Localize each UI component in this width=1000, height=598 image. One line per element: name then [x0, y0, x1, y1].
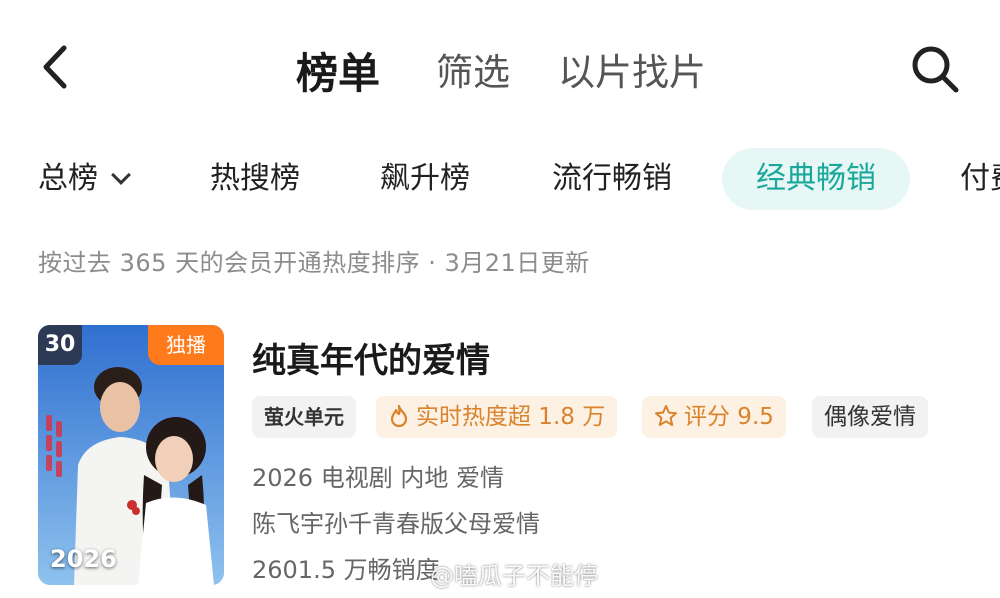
- category-classic-bestseller[interactable]: 经典畅销: [722, 148, 910, 210]
- hot-tag: 实时热度超 1.8 万: [376, 396, 618, 438]
- watermark: @嗑瓜子不能停: [430, 562, 598, 590]
- category-popular-bestseller[interactable]: 流行畅销: [552, 148, 672, 210]
- flame-icon: [390, 404, 408, 427]
- poster-image[interactable]: 30 独播 2026: [38, 325, 224, 585]
- star-icon: [655, 404, 677, 426]
- category-hot-search[interactable]: 热搜榜: [210, 148, 300, 210]
- category-label: 总榜: [38, 161, 98, 196]
- search-icon[interactable]: [908, 42, 962, 96]
- score-tag: 评分 9.5: [642, 396, 786, 438]
- score-tag-label: 评分 9.5: [684, 404, 774, 430]
- sales-line: 2601.5 万畅销度: [252, 556, 440, 584]
- genre-tag: 偶像爱情: [812, 396, 928, 438]
- tab-filter[interactable]: 筛选: [436, 42, 510, 96]
- tab-find-by-film[interactable]: 以片找片: [558, 42, 706, 96]
- chevron-down-icon: [111, 165, 131, 185]
- category-rising[interactable]: 飙升榜: [380, 148, 470, 210]
- category-total[interactable]: 总榜: [38, 148, 131, 210]
- ranking-description: 按过去 365 天的会员开通热度排序 · 3月21日更新: [38, 249, 590, 277]
- hot-tag-label: 实时热度超 1.8 万: [416, 404, 606, 430]
- back-arrow-icon[interactable]: [36, 44, 76, 90]
- info-line: 2026 电视剧 内地 爱情: [252, 464, 504, 492]
- brand-tag: 萤火单元: [252, 396, 356, 438]
- rank-badge: 30: [38, 325, 82, 365]
- poster-year: 2026: [50, 545, 117, 573]
- exclusive-badge: 独播: [148, 325, 224, 365]
- show-title[interactable]: 纯真年代的爱情: [252, 333, 490, 382]
- top-bar: 榜单 筛选 以片找片: [0, 0, 1000, 130]
- description-line: 陈飞宇孙千青春版父母爱情: [252, 510, 540, 538]
- tab-ranking[interactable]: 榜单: [296, 40, 380, 101]
- category-paid[interactable]: 付费: [960, 148, 1000, 210]
- category-tabs: 总榜 热搜榜 飙升榜 流行畅销 经典畅销 付费: [0, 148, 1000, 212]
